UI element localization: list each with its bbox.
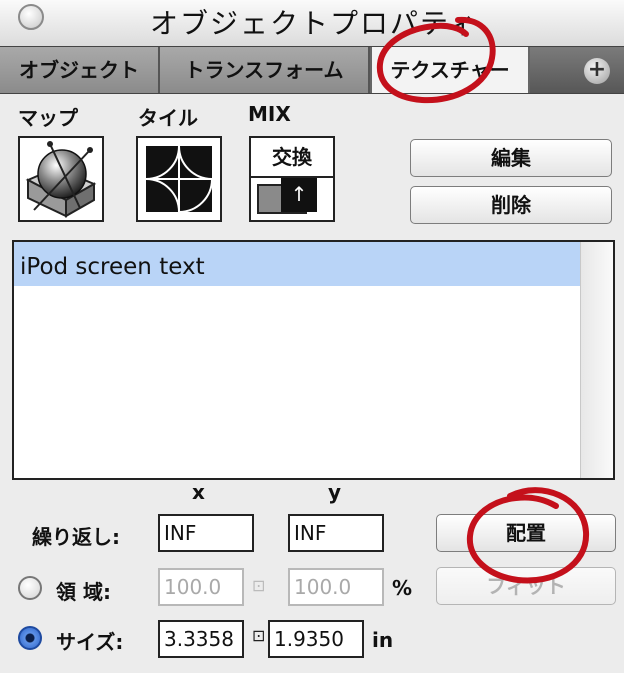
window-title: オブジェクトプロパティ xyxy=(150,7,479,40)
tile-caption: タイル xyxy=(138,106,198,130)
tab-texture[interactable]: テクスチャー xyxy=(370,47,530,93)
map-caption: マップ xyxy=(18,106,78,130)
title-bar: オブジェクトプロパティ xyxy=(0,0,624,46)
size-x-field[interactable]: 3.3358 xyxy=(158,620,244,658)
edit-button[interactable]: 編集 xyxy=(410,139,612,177)
area-label: 領 域: xyxy=(56,580,111,604)
texture-list[interactable]: iPod screen text xyxy=(12,240,615,480)
sphere-map-icon xyxy=(25,141,97,218)
repeat-x-field[interactable]: INF xyxy=(158,514,254,552)
tab-bar: オブジェクト トランスフォーム テクスチャー + xyxy=(0,46,624,94)
map-thumbnail[interactable] xyxy=(18,136,104,222)
repeat-label: 繰り返し: xyxy=(32,525,120,549)
list-scrollbar[interactable] xyxy=(580,242,613,478)
tile-thumbnail[interactable] xyxy=(136,136,222,222)
tile-quarter-circles-icon xyxy=(145,145,213,213)
y-column-label: y xyxy=(328,480,342,504)
size-unit: in xyxy=(372,628,394,652)
delete-button[interactable]: 削除 xyxy=(410,186,612,224)
tab-object[interactable]: オブジェクト xyxy=(0,47,160,93)
size-radio[interactable] xyxy=(18,626,42,650)
mix-caption: MIX xyxy=(248,102,291,126)
area-y-field[interactable]: 100.0 xyxy=(288,568,384,606)
place-button[interactable]: 配置 xyxy=(436,514,616,552)
x-column-label: x xyxy=(192,480,205,504)
mix-swap-label[interactable]: 交換 xyxy=(251,138,333,178)
area-radio[interactable] xyxy=(18,576,42,600)
fit-button[interactable]: フィット xyxy=(436,567,616,605)
lock-icon[interactable]: ⊡ xyxy=(252,576,265,595)
area-x-field[interactable]: 100.0 xyxy=(158,568,244,606)
add-tab-icon[interactable]: + xyxy=(584,58,610,84)
close-button[interactable] xyxy=(18,4,44,30)
size-label: サイズ: xyxy=(56,630,124,654)
mix-swap-icon: ↑ xyxy=(281,178,317,212)
list-item[interactable]: iPod screen text xyxy=(14,242,580,286)
repeat-y-field[interactable]: INF xyxy=(288,514,384,552)
area-unit: % xyxy=(392,576,413,600)
lock-icon[interactable]: ⊡ xyxy=(252,626,265,645)
mix-thumbnail[interactable]: 交換 ↑ xyxy=(249,136,335,222)
tab-transform[interactable]: トランスフォーム xyxy=(160,47,370,93)
size-y-field[interactable]: 1.9350 xyxy=(268,620,364,658)
